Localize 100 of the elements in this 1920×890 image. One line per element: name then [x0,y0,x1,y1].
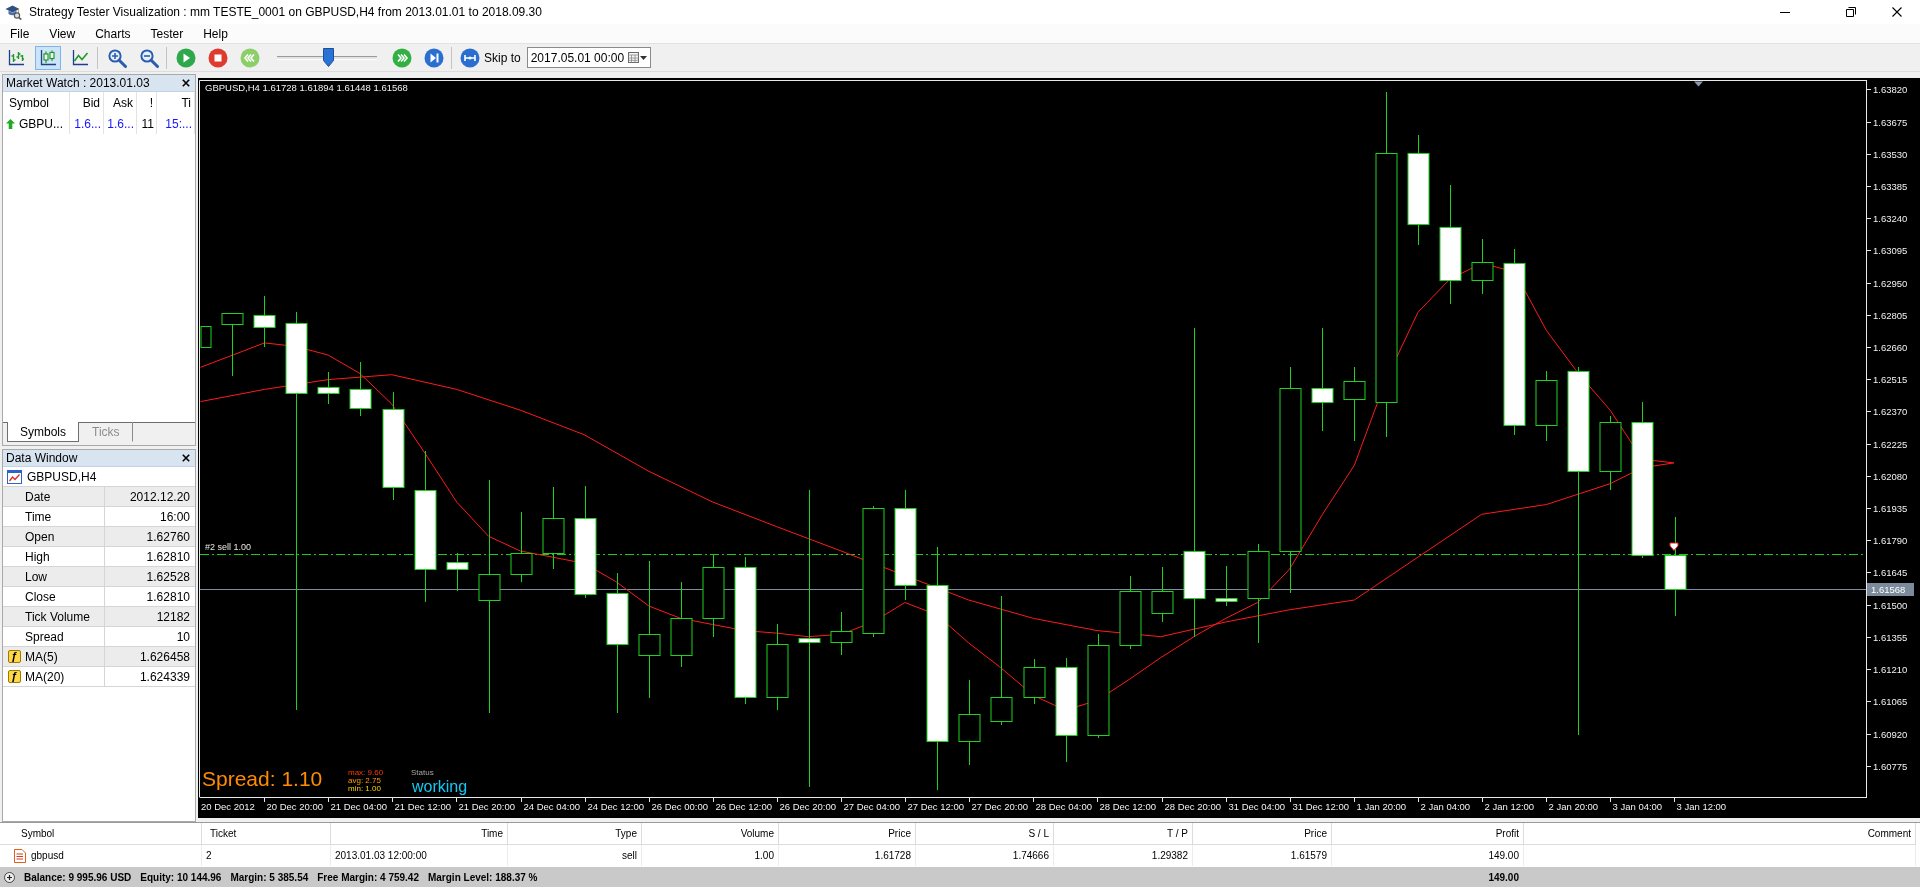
plus-circle-icon[interactable] [4,871,15,883]
zoom-out-icon [139,47,159,68]
price-axis-label: 1.61790 [1873,535,1908,546]
account-summary-text: Balance: 9 995.96 USD [24,871,132,883]
current-price: 1.61579 [1290,850,1327,861]
column-header[interactable]: Type [508,823,642,845]
candle [317,371,340,405]
time-axis-label: 26 Dec 20:00 [779,800,836,812]
date-field[interactable]: 2017.05.01 00:00 [526,47,651,68]
candle [1023,658,1046,705]
candle [830,611,853,656]
candle [446,552,469,592]
calendar-icon [627,52,639,63]
column-header[interactable]: Symbol [0,823,202,845]
column-header[interactable]: S / L [916,823,1054,845]
column-header[interactable]: Price [1193,823,1332,845]
skip-to-button[interactable]: Skip to [458,45,523,70]
field-value: 1.62810 [104,547,195,566]
fast-forward-icon [392,47,412,68]
time-axis-label: 3 Jan 04:00 [1612,800,1663,812]
window-title: Strategy Tester Visualization : mm TESTE_0001 on GBPUSD,H4 from 2013.01.01 to 2018.09.30 [29,5,542,19]
candle [1151,566,1174,623]
triangle-marker-icon [1694,81,1703,87]
symbol-name: gbpusd [31,850,64,861]
graduation-cap-icon [5,4,22,20]
price-axis-label: 1.63095 [1873,245,1908,256]
field-value: 10 [104,627,195,646]
column-header[interactable]: Ticket [202,823,331,845]
time-axis-label: 3 Jan 12:00 [1676,800,1727,812]
column-header[interactable]: ! [137,92,157,114]
arrow-marker-icon [1669,542,1679,551]
time-axis-label: 24 Dec 04:00 [523,800,580,812]
candle [253,295,276,348]
column-header[interactable]: Profit [1332,823,1524,845]
play-icon [176,47,196,68]
time-axis-label: 21 Dec 04:00 [330,800,387,812]
field-value: 1.626458 [104,647,195,666]
candle [221,312,244,377]
field-label: High [25,549,51,564]
account-summary-text: Margin: 5 385.54 [230,871,309,883]
time-axis-label: 24 Dec 12:00 [587,800,644,812]
field-label: Low [25,569,48,584]
minimize-icon [1780,11,1790,13]
line-chart-icon [71,49,89,66]
column-header[interactable]: Bid [70,92,104,114]
panel-tab[interactable]: Symbols [7,422,79,442]
time-axis-label: 28 Dec 20:00 [1164,800,1221,812]
bar-chart-icon [7,49,25,66]
time-axis-label: 20 Dec 20:00 [266,800,323,812]
time-axis-label: 26 Dec 00:00 [651,800,708,812]
field-label: MA(20) [25,669,66,684]
menu-item[interactable]: View [39,24,86,43]
function-icon: ƒ [7,650,21,663]
close-button[interactable] [180,452,192,464]
field-value: 1.624339 [104,667,195,686]
column-header[interactable]: Comment [1524,823,1916,845]
chart-info-label: GBPUSD,H4 1.61728 1.61894 1.61448 1.61568 [205,82,408,93]
close-icon [182,454,190,462]
price-axis-label: 1.63240 [1873,213,1908,224]
column-header[interactable]: Symbol [3,92,70,114]
ask-price: 1.6... [107,117,134,131]
time-axis-label: 2 Jan 12:00 [1484,800,1535,812]
field-label: Open [25,529,56,544]
column-header[interactable]: Time [331,823,508,845]
time-axis-label: 27 Dec 12:00 [907,800,964,812]
time-axis-label: 26 Dec 12:00 [715,800,772,812]
menu-item[interactable]: Charts [85,24,141,43]
take-profit: 1.29382 [1151,850,1188,861]
close-button[interactable] [180,77,192,89]
time-axis-label: 27 Dec 20:00 [971,800,1028,812]
field-value: 16:00 [104,507,195,526]
candle [1471,238,1494,295]
account-summary-text: Free Margin: 4 759.42 [317,871,419,883]
price-axis-label: 1.62515 [1873,374,1908,385]
price-axis-label: 1.60920 [1873,729,1908,740]
stop-icon [208,47,228,68]
column-header[interactable]: Ask [104,92,137,114]
price-axis-label: 1.61355 [1873,632,1908,643]
symbol-name: GBPUSD,H4 [27,469,97,484]
column-header[interactable]: Volume [642,823,779,845]
slider-thumb[interactable] [323,48,335,67]
status-value: working [412,778,468,795]
column-header[interactable]: Price [779,823,916,845]
menu-item[interactable]: Help [193,24,238,43]
column-header[interactable]: Ti [157,92,195,114]
symbol-name[interactable]: GBPU... [19,117,63,131]
candle [510,511,533,583]
candlestick-chart-button[interactable] [35,45,61,70]
spread-stat-label: avg: 2.75 [348,776,381,785]
rewind-icon [240,47,260,68]
menu-item[interactable]: Tester [140,24,194,43]
total-profit: 149.00 [1488,871,1520,883]
open-price: 1.61728 [874,850,911,861]
ticket-number: 2 [206,850,212,861]
close-icon [182,79,190,87]
column-header[interactable]: T / P [1054,823,1193,845]
field-value: 12182 [104,607,195,626]
time-value: 15:... [165,117,192,131]
account-summary-text: Equity: 10 144.96 [140,871,222,883]
menu-item[interactable]: File [0,24,40,43]
